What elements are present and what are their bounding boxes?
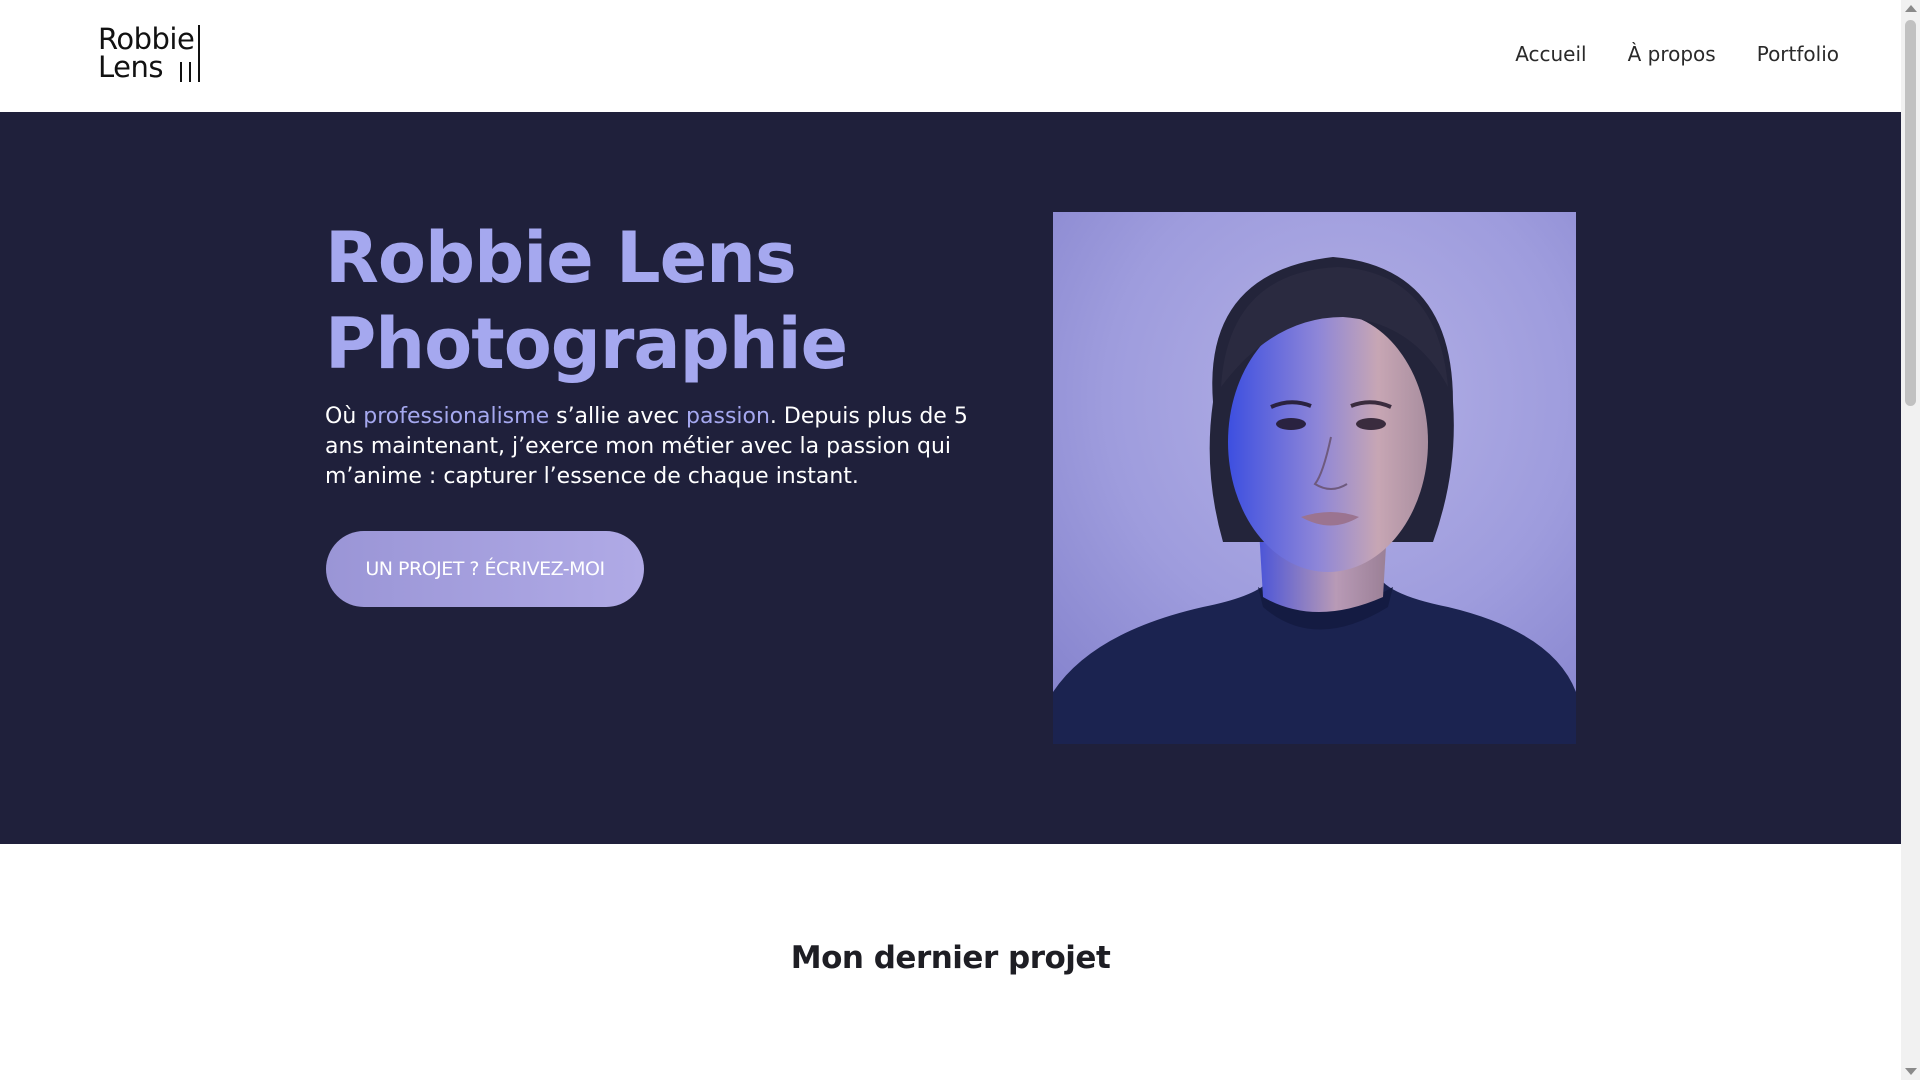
hero-title-line-1: Robbie Lens: [325, 217, 797, 299]
logo-bar: [198, 25, 200, 82]
hero-intro-highlight-passion: passion: [686, 404, 770, 429]
hero-intro-part-1: Où: [325, 404, 364, 429]
contact-cta-button[interactable]: UN PROJET ? ÉCRIVEZ-MOI: [326, 531, 644, 607]
scroll-up-arrow-icon[interactable]: [1905, 5, 1917, 12]
hero-section: Robbie Lens Photographie Où professional…: [0, 112, 1901, 844]
hero-intro: Où professionalisme s’allie avec passion…: [325, 402, 975, 492]
scroll-down-arrow-icon[interactable]: [1905, 1068, 1917, 1075]
portrait-photo: [1053, 212, 1576, 744]
page: Robbie Lens Accueil À propos Portfolio R…: [0, 0, 1920, 1080]
vertical-scrollbar[interactable]: [1901, 0, 1920, 1080]
hero-intro-highlight-professionalism: professionalisme: [363, 404, 550, 429]
nav-item-portfolio[interactable]: Portfolio: [1757, 42, 1839, 66]
portrait-illustration: [1053, 212, 1576, 744]
main-nav: Accueil À propos Portfolio: [1515, 42, 1839, 66]
site-header: Robbie Lens Accueil À propos Portfolio: [0, 0, 1901, 112]
scrollbar-thumb[interactable]: [1905, 20, 1916, 406]
hero-title-line-2: Photographie: [325, 303, 848, 385]
site-logo[interactable]: Robbie Lens: [98, 25, 208, 83]
hero-title: Robbie Lens Photographie: [325, 215, 965, 387]
logo-bar: [189, 62, 191, 82]
logo-bars-icon: [178, 25, 204, 82]
nav-item-accueil[interactable]: Accueil: [1515, 42, 1586, 66]
nav-item-a-propos[interactable]: À propos: [1628, 42, 1716, 66]
logo-bar: [180, 62, 182, 82]
latest-project-heading: Mon dernier projet: [790, 940, 1111, 976]
hero-intro-part-2: s’allie avec: [549, 404, 687, 429]
